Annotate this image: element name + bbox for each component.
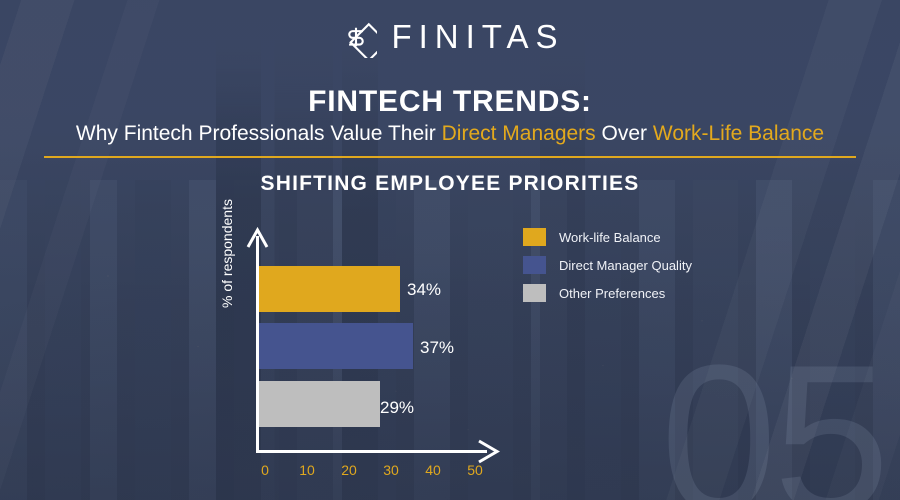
- bar-value-label: 29%: [380, 398, 415, 417]
- bar-work-life-balance[interactable]: [259, 266, 400, 312]
- x-axis-tick-label: 10: [299, 462, 315, 478]
- x-axis-tick-label: 40: [425, 462, 441, 478]
- x-axis-tick-label: 0: [261, 462, 269, 478]
- x-axis-tick-label: 50: [467, 462, 483, 478]
- bar-value-label: 34%: [407, 280, 442, 299]
- x-axis-tick-label: 20: [341, 462, 357, 478]
- bar-direct-manager-quality[interactable]: [259, 323, 413, 369]
- bar-other-preferences[interactable]: [259, 381, 380, 427]
- y-axis-title: % of respondents: [219, 199, 235, 308]
- x-axis-tick-label: 30: [383, 462, 399, 478]
- infographic-slide: 05 FINITAS FINTECH TRENDS: Why Fintech P…: [0, 0, 900, 500]
- chart-axes: [246, 226, 500, 464]
- bar-value-label: 37%: [420, 338, 455, 357]
- bar-chart: 34% 37% 29% 0 10 20 30 40 50 % of respon…: [0, 0, 900, 500]
